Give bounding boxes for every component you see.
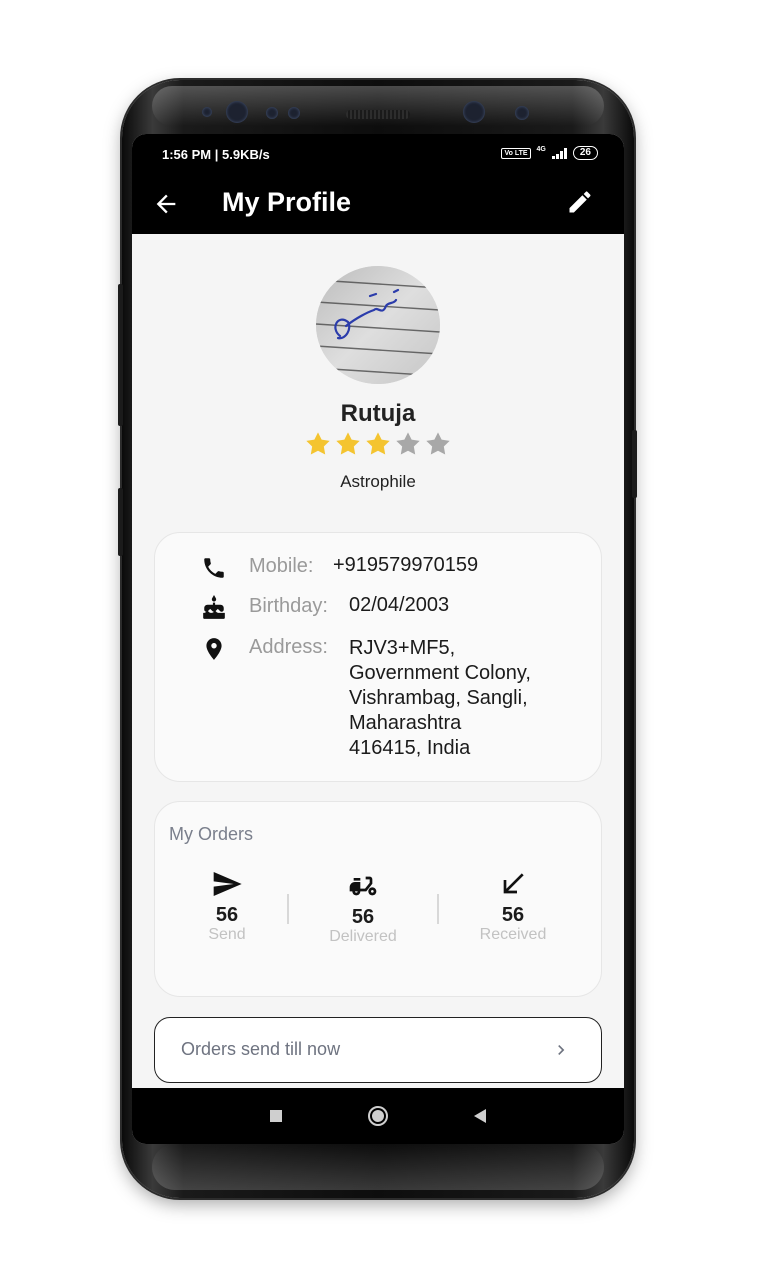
iris-sensor <box>226 101 248 123</box>
network-type: 4G <box>536 145 546 153</box>
avatar[interactable] <box>316 266 440 384</box>
orders-send-till-now-label: Orders send till now <box>181 1039 341 1059</box>
detail-label: Mobile: <box>249 555 314 577</box>
page-title: My Profile <box>222 187 352 217</box>
phone-icon <box>204 558 224 578</box>
power-button <box>632 430 637 498</box>
address-line: Government Colony, <box>349 662 531 684</box>
star-icon <box>306 432 330 455</box>
home-icon[interactable] <box>364 1102 392 1130</box>
orders-title: My Orders <box>169 824 254 844</box>
volume-button <box>118 284 123 426</box>
received-count: 56 <box>501 904 525 926</box>
front-sensor <box>202 107 212 117</box>
address-line: RJV3+MF5, <box>349 637 456 659</box>
avatar-signature-image <box>316 266 440 384</box>
status-time: 1:56 PM | 5.9KB/s <box>162 147 270 162</box>
app-screen: 1:56 PM | 5.9KB/s Vo LTE 4G 26 My Profil… <box>132 134 624 1144</box>
pencil-icon[interactable] <box>566 188 594 216</box>
orders-send-till-now-button[interactable]: Orders send till now <box>154 1017 602 1083</box>
delivery-scooter-icon <box>349 876 377 896</box>
address-line: Maharashtra <box>349 712 462 734</box>
delivered-label: Delivered <box>329 928 397 945</box>
star-icon <box>366 432 390 455</box>
star-icon <box>336 432 360 455</box>
system-nav-bar <box>132 1088 624 1144</box>
address-value: RJV3+MF5, Government Colony, Vishrambag,… <box>349 636 531 761</box>
mobile-value: +919579970159 <box>333 554 479 576</box>
recents-icon[interactable] <box>262 1102 290 1130</box>
back-triangle-icon[interactable] <box>466 1102 494 1130</box>
phone-sheen-top <box>152 86 604 126</box>
user-tagline: Astrophile <box>340 472 416 491</box>
phone-sheen-bottom <box>152 1144 604 1190</box>
send-label: Send <box>208 926 246 943</box>
user-name: Rutuja <box>340 400 416 427</box>
stat-received[interactable]: 56 Received <box>448 868 578 944</box>
details-card: Mobile: +919579970159 Birthday: 02/04/20… <box>154 532 602 782</box>
bixby-button <box>118 488 123 556</box>
detail-label: Birthday: <box>249 595 328 617</box>
arrow-back-icon[interactable] <box>152 190 180 218</box>
location-pin-icon <box>206 638 222 660</box>
earpiece-speaker <box>346 110 410 119</box>
app-bar: My Profile <box>132 174 624 234</box>
detail-label: Address: <box>249 636 328 658</box>
received-label: Received <box>479 926 547 943</box>
stat-divider <box>287 894 289 924</box>
battery-icon: 26 <box>572 146 598 160</box>
stat-send[interactable]: 56 Send <box>162 868 292 944</box>
arrow-down-left-icon <box>503 873 524 894</box>
send-count: 56 <box>215 904 239 926</box>
camera-flash <box>515 106 529 120</box>
status-bar: 1:56 PM | 5.9KB/s Vo LTE 4G 26 <box>132 134 624 174</box>
status-icons: Vo LTE 4G 26 <box>501 146 598 160</box>
chevron-right-icon <box>558 1045 565 1055</box>
cake-icon <box>203 595 225 619</box>
stat-delivered[interactable]: 56 Delivered <box>298 870 428 946</box>
star-icon <box>426 432 450 455</box>
proximity-sensor <box>266 107 278 119</box>
signal-icon <box>551 147 567 159</box>
address-line: 416415, India <box>349 737 471 759</box>
star-icon <box>396 432 420 455</box>
address-line: Vishrambag, Sangli, <box>349 687 528 709</box>
birthday-value: 02/04/2003 <box>349 594 450 616</box>
stat-divider <box>437 894 439 924</box>
front-camera <box>463 101 485 123</box>
volte-icon: Vo LTE <box>501 147 531 159</box>
delivered-count: 56 <box>351 906 375 928</box>
send-icon <box>213 872 242 896</box>
light-sensor <box>288 107 300 119</box>
rating-stars <box>304 430 452 458</box>
